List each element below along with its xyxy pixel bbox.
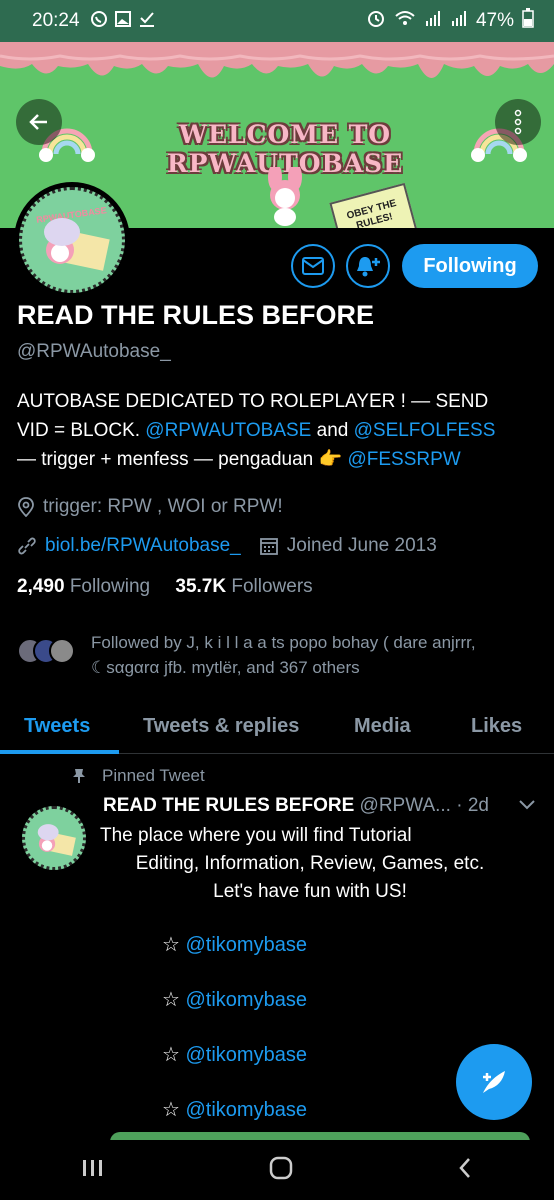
following-count: 2,490: [17, 576, 65, 597]
signal-icon: [424, 9, 442, 33]
profile-location: trigger: RPW , WOI or RPW!: [17, 496, 283, 518]
profile-bio: AUTOBASE DEDICATED TO ROLEPLAYER ! — SEN…: [17, 387, 537, 474]
gallery-icon: [114, 10, 132, 33]
star-icon: ☆: [162, 934, 186, 956]
followed-by-row[interactable]: Followed by J, k i l l a a ts popo bohay…: [17, 630, 537, 680]
tweet-line: The place where you will find Tutorial: [100, 825, 412, 846]
bio-mention-link[interactable]: @RPWAUTOBASE: [145, 420, 311, 441]
active-tab-indicator: [0, 750, 119, 754]
chevron-down-icon: [519, 800, 535, 810]
status-time: 20:24: [32, 10, 80, 31]
arrow-left-icon: [29, 114, 47, 130]
tweet-mention-link[interactable]: @tikomybase: [186, 1044, 307, 1066]
pin-icon: [73, 769, 85, 783]
tweet-mention-line: ☆ @tikomybase: [162, 987, 307, 1012]
obey-sign: OBEY THE RULES!: [329, 182, 419, 228]
followers-label: Followers: [231, 576, 313, 597]
tweet-mention-link[interactable]: @tikomybase: [186, 989, 307, 1011]
signal-icon: [450, 9, 468, 33]
chevron-left-icon: [458, 1157, 470, 1178]
tweet-time: · 2d: [456, 795, 489, 816]
tweet-mention-link[interactable]: @tikomybase: [186, 934, 307, 956]
whatsapp-icon: [90, 10, 108, 33]
notifications-button[interactable]: [346, 244, 390, 288]
home-icon: [269, 1156, 293, 1179]
bio-text: — trigger + menfess — pengaduan 👉: [17, 449, 348, 470]
followers-link[interactable]: 35.7K Followers: [175, 576, 312, 597]
star-icon: ☆: [162, 1099, 186, 1121]
recent-apps-button[interactable]: [81, 1158, 105, 1183]
system-nav-bar: [0, 1140, 554, 1200]
bio-text: VID = BLOCK.: [17, 420, 146, 441]
banner-drip-decoration: [0, 42, 554, 78]
calendar-icon: [259, 538, 278, 555]
profile-avatar[interactable]: RPWAUTOBASE: [14, 182, 130, 298]
tweet-mention-line: ☆ @tikomybase: [162, 1097, 307, 1122]
avatar: [49, 638, 75, 664]
bio-mention-link[interactable]: @FESSRPW: [347, 449, 460, 470]
alarm-icon: [366, 8, 386, 34]
followers-count: 35.7K: [175, 576, 227, 597]
tweet-mention-line: ☆ @tikomybase: [162, 932, 307, 957]
more-vertical-icon: [514, 109, 522, 135]
link-icon: [18, 537, 36, 555]
location-text: trigger: RPW , WOI or RPW!: [43, 496, 283, 517]
battery-icon: [522, 8, 534, 34]
following-label: Following: [69, 576, 151, 597]
tab-tweets[interactable]: Tweets: [24, 698, 90, 754]
bio-text: and: [311, 420, 354, 441]
battery-percent: 47%: [475, 10, 514, 31]
star-icon: ☆: [162, 1044, 186, 1066]
tweet-line: Editing, Information, Review, Games, etc…: [135, 853, 485, 874]
star-icon: ☆: [162, 989, 186, 1011]
back-button[interactable]: [16, 99, 62, 145]
profile-meta-row: biol.be/RPWAutobase_ Joined June 2013: [17, 535, 437, 557]
wifi-icon: [394, 8, 416, 34]
tab-media[interactable]: Media: [354, 698, 411, 754]
following-button[interactable]: Following: [402, 244, 538, 288]
tweet-mention-line: ☆ @tikomybase: [162, 1042, 307, 1067]
tab-tweets-replies[interactable]: Tweets & replies: [143, 698, 299, 754]
tab-likes[interactable]: Likes: [471, 698, 522, 754]
compose-tweet-button[interactable]: [456, 1044, 532, 1120]
location-pin-icon: [18, 497, 34, 517]
envelope-icon: [302, 257, 324, 275]
follow-counts: 2,490 Following 35.7K Followers: [17, 576, 313, 598]
tweet-avatar[interactable]: [22, 806, 86, 870]
tweet-handle: @RPWA...: [359, 795, 451, 816]
pinned-text: Pinned Tweet: [102, 766, 205, 785]
profile-tabs: Tweets Tweets & replies Media Likes: [0, 698, 554, 754]
tweet-menu-button[interactable]: [518, 798, 536, 816]
tweet-mention-link[interactable]: @tikomybase: [186, 1099, 307, 1121]
more-options-button[interactable]: [495, 99, 541, 145]
tweet-text: The place where you will find Tutorial E…: [100, 822, 520, 906]
home-button[interactable]: [268, 1155, 294, 1186]
message-button[interactable]: [291, 244, 335, 288]
tweet-author[interactable]: READ THE RULES BEFORE: [103, 795, 354, 816]
avatar-illustration-icon: [44, 218, 110, 271]
recents-icon: [83, 1159, 103, 1176]
bio-line: AUTOBASE DEDICATED TO ROLEPLAYER ! — SEN…: [17, 391, 489, 412]
bell-plus-icon: [357, 257, 380, 277]
feather-plus-icon: [483, 1071, 505, 1093]
bio-mention-link[interactable]: @SELFOLFESS: [354, 420, 496, 441]
joined-date: Joined June 2013: [286, 535, 437, 556]
tweet-header: READ THE RULES BEFORE @RPWA... · 2d: [103, 795, 489, 817]
website-link[interactable]: biol.be/RPWAutobase_: [45, 535, 241, 557]
avatar-illustration-icon: [37, 824, 76, 856]
back-nav-button[interactable]: [457, 1156, 473, 1185]
status-bar: 20:24 47%: [0, 0, 554, 42]
my-melody-icon: [268, 167, 302, 226]
profile-name: READ THE RULES BEFORE: [17, 300, 375, 330]
pinned-label: Pinned Tweet: [72, 766, 205, 786]
following-link[interactable]: 2,490 Following: [17, 576, 150, 597]
followed-by-text: Followed by J, k i l l a a ts popo bohay…: [91, 633, 476, 677]
tweet-line: Let's have fun with US!: [213, 881, 407, 902]
profile-handle: @RPWAutobase_: [17, 341, 171, 362]
check-icon: [138, 10, 156, 33]
